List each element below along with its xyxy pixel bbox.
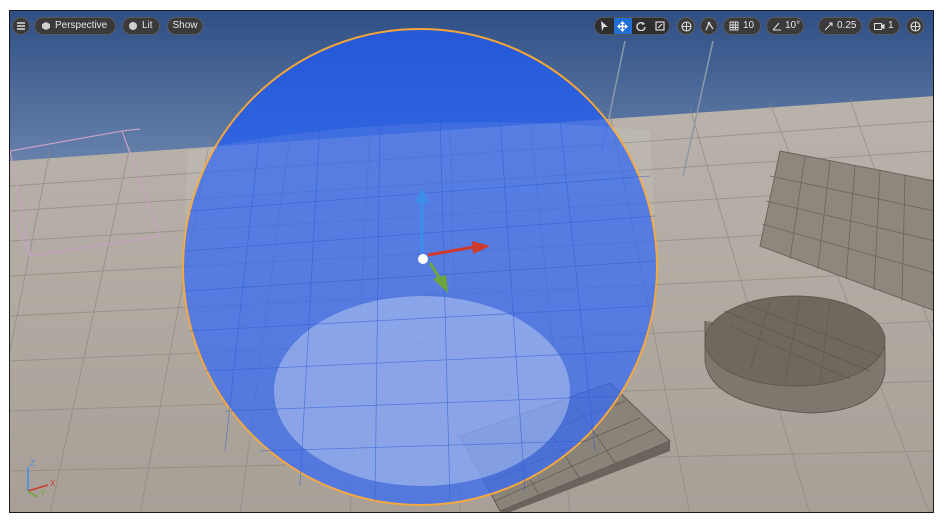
scale-snap-value: 0.25	[837, 20, 857, 31]
selected-sphere[interactable]	[182, 28, 658, 506]
camera-speed-button[interactable]: 1	[868, 17, 900, 35]
translate-tool-button[interactable]	[613, 18, 632, 34]
select-icon	[600, 21, 608, 31]
camera-icon	[874, 22, 885, 31]
angle-icon	[772, 21, 782, 31]
surface-snap-icon	[704, 21, 713, 30]
grid-icon	[729, 21, 739, 31]
perspective-button[interactable]: Perspective	[34, 17, 116, 35]
cube-icon	[41, 21, 51, 31]
globe-icon	[680, 20, 692, 32]
translate-icon	[617, 20, 629, 32]
show-label: Show	[172, 20, 198, 31]
lit-label: Lit	[142, 20, 153, 31]
axis-y-label: Y	[40, 489, 46, 498]
layout-icon	[909, 20, 921, 32]
grid-snap-button[interactable]: 10	[723, 17, 761, 35]
rotate-tool-button[interactable]	[632, 18, 651, 34]
level-viewport[interactable]: Perspective Lit Show 10 10° 0.25 1 Z X Y	[9, 10, 934, 513]
viewport-scene[interactable]	[10, 11, 934, 513]
rotate-icon	[636, 21, 646, 31]
select-tool-button[interactable]	[595, 18, 614, 34]
cylinder-mesh	[704, 295, 886, 414]
camera-speed-value: 1	[888, 20, 894, 31]
scale-tool-button[interactable]	[651, 18, 670, 34]
hamburger-icon	[17, 22, 25, 30]
world-local-toggle[interactable]	[677, 17, 695, 35]
viewport-layout-button[interactable]	[906, 17, 924, 35]
view-mode-button[interactable]: Lit	[122, 17, 160, 35]
grid-snap-value: 10	[743, 20, 755, 31]
axis-z-label: Z	[30, 459, 35, 468]
scale-arrow-icon	[824, 21, 834, 31]
rotation-snap-button[interactable]: 10°	[766, 17, 804, 35]
scale-snap-button[interactable]: 0.25	[818, 17, 862, 35]
scale-icon	[655, 21, 665, 31]
transform-tools-group	[594, 17, 670, 35]
axis-indicator: Z X Y	[20, 459, 60, 499]
perspective-label: Perspective	[55, 20, 108, 31]
viewport-menu-button[interactable]	[12, 17, 30, 35]
rotation-snap-value: 10°	[785, 20, 801, 31]
lit-sphere-icon	[128, 21, 138, 31]
surface-snap-button[interactable]	[700, 17, 718, 35]
editor-frame: Perspective Lit Show 10 10° 0.25 1 Z X Y	[0, 0, 945, 523]
show-button[interactable]: Show	[167, 17, 203, 35]
axis-x-label: X	[50, 479, 56, 488]
